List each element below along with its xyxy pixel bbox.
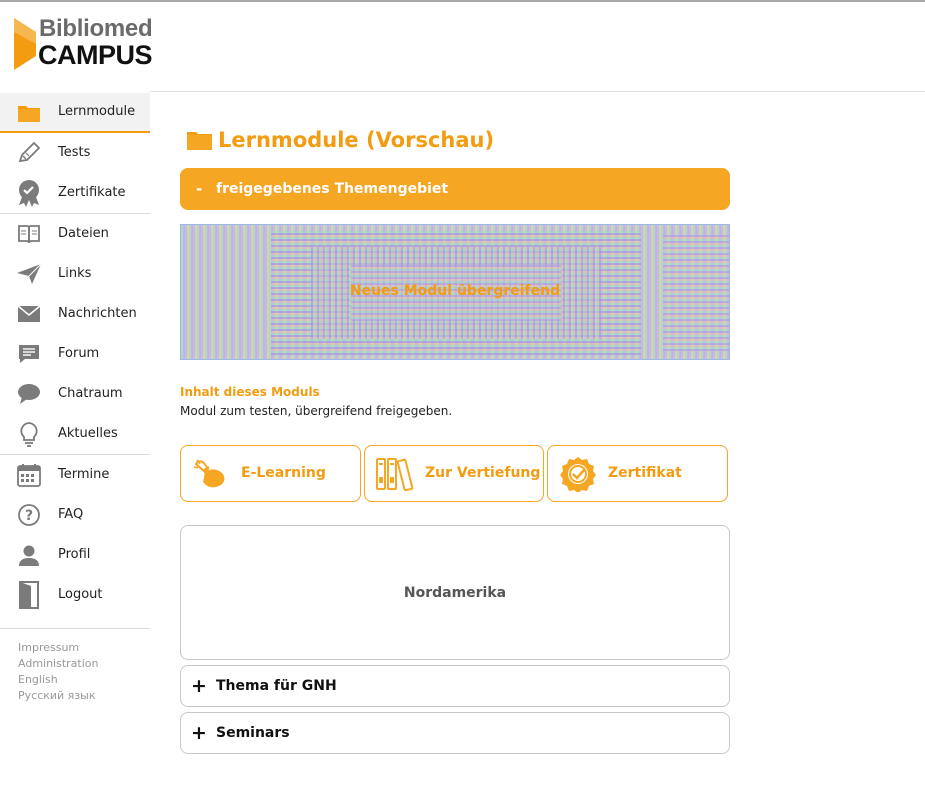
sidebar-item-links[interactable]: Links	[0, 254, 150, 294]
sidebar-item-nachrichten[interactable]: Nachrichten	[0, 294, 150, 334]
sidebar-item-profil[interactable]: Profil	[0, 535, 150, 575]
folder-icon	[16, 101, 42, 125]
page-title: Lernmodule (Vorschau)	[186, 128, 494, 152]
english-link[interactable]: English	[18, 672, 99, 688]
certificate-icon	[16, 180, 42, 207]
logo-mark-icon	[14, 18, 36, 70]
accordion-label: Thema für GNH	[216, 678, 337, 694]
topic-card-label: Nordamerika	[403, 584, 507, 601]
sidebar-item-label: Profil	[58, 547, 91, 562]
banner-caption: Neues Modul übergreifend	[349, 283, 561, 299]
collapse-icon: -	[196, 180, 203, 198]
header-divider	[150, 91, 925, 92]
page-title-text: Lernmodule (Vorschau)	[218, 128, 495, 152]
folder-icon	[187, 132, 212, 150]
sidebar-item-label: FAQ	[58, 507, 84, 522]
binders-icon	[375, 456, 415, 492]
sidebar-item-label: Lernmodule	[58, 104, 136, 119]
sidebar-item-termine[interactable]: Termine	[0, 455, 150, 495]
accordion-label: Seminars	[216, 725, 290, 741]
expand-icon: +	[191, 722, 207, 744]
bibliomed-campus-logo[interactable]: Bibliomed CAMPUS	[14, 16, 153, 72]
theme-area-toggle[interactable]: - freigegebenes Themengebiet	[180, 168, 730, 210]
e-learning-label: E-Learning	[241, 465, 326, 481]
sidebar-footer-divider	[0, 628, 150, 629]
calendar-icon	[16, 463, 42, 487]
expand-icon: +	[191, 675, 207, 697]
pencil-icon	[16, 141, 42, 165]
e-learning-button[interactable]: E-Learning	[180, 445, 361, 502]
sidebar-item-label: Logout	[58, 587, 103, 602]
sidebar-item-zertifikate[interactable]: Zertifikate	[0, 173, 150, 213]
top-border	[0, 0, 925, 2]
sidebar-nav: Lernmodule Tests Zertifikate Dateien Lin…	[0, 93, 150, 615]
zur-vertiefung-label: Zur Vertiefung	[425, 465, 541, 481]
logo-word-bibliomed: Bibliomed	[39, 15, 153, 42]
lightbulb-icon	[16, 422, 42, 447]
door-icon	[16, 581, 42, 609]
chat-bubble-icon	[16, 382, 42, 406]
sidebar-item-label: Forum	[58, 346, 100, 361]
book-icon	[16, 222, 42, 246]
sidebar-item-forum[interactable]: Forum	[0, 334, 150, 374]
sidebar-item-dateien[interactable]: Dateien	[0, 214, 150, 254]
module-banner[interactable]: Neues Modul übergreifend	[180, 224, 730, 360]
sidebar-item-faq[interactable]: ? FAQ	[0, 495, 150, 535]
zur-vertiefung-button[interactable]: Zur Vertiefung	[364, 445, 544, 502]
theme-area-label: freigegebenes Themengebiet	[216, 181, 449, 197]
topic-card-nordamerika[interactable]: Nordamerika	[180, 525, 730, 660]
russian-link[interactable]: Русский язык	[18, 688, 99, 704]
forum-icon	[16, 342, 42, 366]
zertifikat-button[interactable]: Zertifikat	[547, 445, 728, 502]
impressum-link[interactable]: Impressum	[18, 640, 99, 656]
logo-word-campus: CAMPUS	[38, 40, 153, 70]
accordion-thema-fuer-gnh[interactable]: + Thema für GNH	[180, 665, 730, 707]
administration-link[interactable]: Administration	[18, 656, 99, 672]
sidebar-item-label: Nachrichten	[58, 306, 137, 321]
sidebar-item-label: Zertifikate	[58, 185, 126, 200]
sidebar-item-chatraum[interactable]: Chatraum	[0, 374, 150, 414]
sidebar-item-label: Aktuelles	[58, 426, 118, 441]
sidebar-item-label: Dateien	[58, 226, 109, 241]
sidebar-item-label: Termine	[58, 467, 110, 482]
sidebar-item-label: Links	[58, 266, 92, 281]
zertifikat-label: Zertifikat	[608, 465, 682, 481]
sidebar-item-tests[interactable]: Tests	[0, 133, 150, 173]
envelope-icon	[16, 302, 42, 326]
sidebar-item-label: Chatraum	[58, 386, 123, 401]
accordion-seminars[interactable]: + Seminars	[180, 712, 730, 754]
badge-check-icon	[558, 456, 598, 492]
sidebar-item-lernmodule[interactable]: Lernmodule	[0, 93, 150, 133]
mouse-hand-icon	[191, 456, 231, 492]
module-content-heading: Inhalt dieses Moduls	[180, 385, 320, 399]
paper-plane-icon	[16, 262, 42, 286]
question-icon: ?	[16, 503, 42, 527]
sidebar-item-label: Tests	[58, 145, 91, 160]
sidebar-footer-links: Impressum Administration English Русский…	[18, 640, 99, 704]
sidebar-item-logout[interactable]: Logout	[0, 575, 150, 615]
sidebar-item-aktuelles[interactable]: Aktuelles	[0, 414, 150, 454]
svg-text:?: ?	[25, 508, 33, 524]
module-description: Modul zum testen, übergreifend freigegeb…	[180, 404, 453, 418]
user-icon	[16, 543, 42, 567]
